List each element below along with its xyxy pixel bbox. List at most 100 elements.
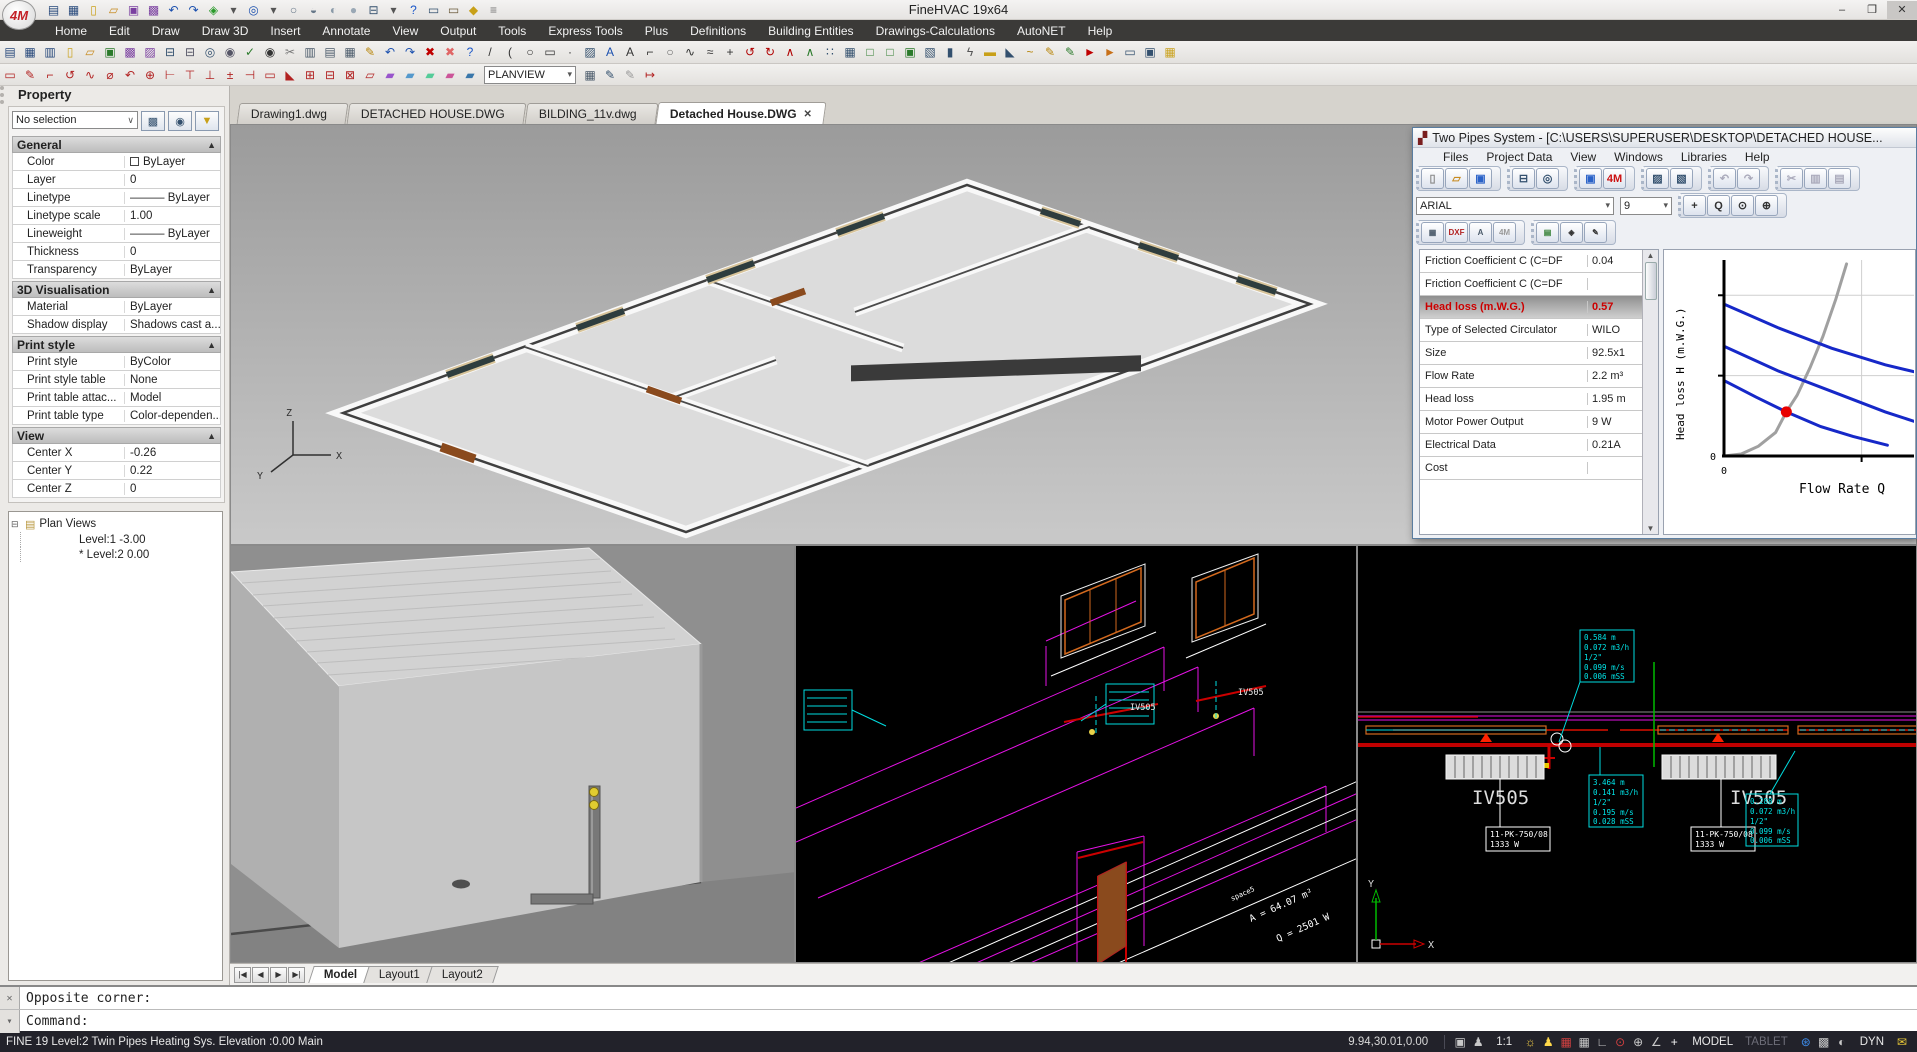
paper-space-icon[interactable]: ▣ xyxy=(1451,1035,1469,1049)
4m-cube-icon[interactable]: ◆ xyxy=(464,1,483,18)
close-icon[interactable]: ✕ xyxy=(0,987,20,1009)
hatch-grid-icon[interactable]: ▦ xyxy=(580,66,600,84)
edit-pencil-icon[interactable]: ✎ xyxy=(600,66,620,84)
options-icon[interactable]: ▦ xyxy=(1160,43,1180,61)
array-icon[interactable]: ∷ xyxy=(820,43,840,61)
4m-cad-icon[interactable]: 4M xyxy=(1493,222,1516,243)
find-icon[interactable]: ◉ xyxy=(260,43,280,61)
dim-center-icon[interactable]: ⊕ xyxy=(140,66,160,84)
extrude-icon[interactable]: ▧ xyxy=(920,43,940,61)
ortho-icon[interactable]: ∟ xyxy=(1593,1035,1611,1049)
dialog-menu-item[interactable]: Libraries xyxy=(1673,150,1735,164)
font-size-selector[interactable]: 9 ▾ xyxy=(1620,197,1672,215)
save-icon[interactable]: ▣ xyxy=(1469,168,1492,189)
slope-icon[interactable]: ◣ xyxy=(1000,43,1020,61)
open-icon[interactable]: ▱ xyxy=(80,43,100,61)
collapse-caret-icon[interactable]: ▲ xyxy=(207,431,216,441)
table-scrollbar[interactable]: ▲ ▼ xyxy=(1642,250,1658,534)
table-row[interactable]: Type of Selected Circulator WILO xyxy=(1420,319,1642,342)
move-icon[interactable]: + xyxy=(720,43,740,61)
viewport-3d-elevation[interactable] xyxy=(230,545,795,963)
table-row[interactable]: Friction Coefficient C (C=DF xyxy=(1420,273,1642,296)
dyn-toggle[interactable]: DYN xyxy=(1857,1036,1887,1048)
dim-box-icon[interactable]: ▭ xyxy=(260,66,280,84)
menu-item[interactable]: Output xyxy=(429,22,487,40)
menu-item[interactable]: View xyxy=(381,22,429,40)
menu-item[interactable]: Tools xyxy=(487,22,537,40)
text-style-icon[interactable]: A xyxy=(1469,222,1492,243)
text-edit-icon[interactable]: ✎ xyxy=(1584,222,1607,243)
table-row[interactable]: Head loss (m.W.G.) 0.57 xyxy=(1420,296,1642,319)
annotation-scale-icon[interactable]: ♟ xyxy=(1469,1035,1487,1049)
zoom-extents-icon[interactable]: ⊕ xyxy=(1755,195,1778,216)
expand-icon[interactable]: ▾ xyxy=(0,1010,20,1033)
lightning-icon[interactable]: ϟ xyxy=(960,43,980,61)
property-row[interactable]: Transparency ByLayer xyxy=(12,261,221,279)
help-icon[interactable]: ? xyxy=(460,43,480,61)
compass-icon[interactable]: ◈ xyxy=(1560,222,1583,243)
undo-icon[interactable]: ↶ xyxy=(380,43,400,61)
polyline-icon[interactable]: ⌐ xyxy=(640,43,660,61)
publish-icon[interactable]: ◉ xyxy=(220,43,240,61)
dialog-menu-item[interactable]: View xyxy=(1562,150,1604,164)
rectangle-icon[interactable]: ▭ xyxy=(540,43,560,61)
property-row[interactable]: Layer 0 xyxy=(12,171,221,189)
bld-new-icon[interactable]: ▤ xyxy=(44,1,63,18)
two-pipes-system-dialog[interactable]: ▞ Two Pipes System - [C:\USERS\SUPERUSER… xyxy=(1412,127,1917,539)
menu-item[interactable]: Express Tools xyxy=(537,22,633,40)
copy-icon[interactable]: ▥ xyxy=(1804,168,1827,189)
property-row[interactable]: Material ByLayer xyxy=(12,298,221,316)
layout-nav-button[interactable]: ▶| xyxy=(288,967,305,983)
paste-special-icon[interactable]: ▦ xyxy=(340,43,360,61)
hidden-sphere-icon[interactable]: ◒ xyxy=(304,1,323,18)
tree-item[interactable]: Level:1 -3.00 xyxy=(20,532,220,547)
viewport-icon[interactable]: ▣ xyxy=(1140,43,1160,61)
menu-item[interactable]: Draw 3D xyxy=(191,22,260,40)
cut-icon[interactable]: ✂ xyxy=(1780,168,1803,189)
property-row[interactable]: Lineweight ——— ByLayer xyxy=(12,225,221,243)
property-row[interactable]: Center X -0.26 xyxy=(12,444,221,462)
dxf-icon[interactable]: DXF xyxy=(1445,222,1468,243)
redo-icon[interactable]: ↷ xyxy=(1737,168,1760,189)
section-header[interactable]: Print style ▲ xyxy=(12,336,221,353)
grid-display-icon[interactable]: ▦ xyxy=(1575,1035,1593,1049)
table-row[interactable]: Friction Coefficient C (C=DF 0.04 xyxy=(1420,250,1642,273)
bld-folder-icon[interactable]: ▦ xyxy=(20,43,40,61)
dim-continue-icon[interactable]: ⊣ xyxy=(240,66,260,84)
dim-grid-icon[interactable]: ⊞ xyxy=(300,66,320,84)
dialog-title-bar[interactable]: ▞ Two Pipes System - [C:\USERS\SUPERUSER… xyxy=(1413,128,1916,148)
viewport-axonometric[interactable]: IV505 IV505 space5 A = 64.07 m² Q = 2501… xyxy=(795,545,1357,963)
spring-icon[interactable]: ≈ xyxy=(700,43,720,61)
paste-icon[interactable]: ▤ xyxy=(1828,168,1851,189)
box-icon[interactable]: □ xyxy=(860,43,880,61)
menu-item[interactable]: Home xyxy=(44,22,98,40)
menu-item[interactable]: Edit xyxy=(98,22,141,40)
mtext-icon[interactable]: A xyxy=(620,43,640,61)
new-file-icon[interactable]: ▯ xyxy=(84,1,103,18)
command-input[interactable]: Command: xyxy=(20,1014,89,1029)
menu-item[interactable]: AutoNET xyxy=(1006,22,1077,40)
table-row[interactable]: Electrical Data 0.21A xyxy=(1420,434,1642,457)
selection-dropdown[interactable]: No selection ∨ xyxy=(12,111,138,129)
print-batch-icon[interactable]: ⊟ xyxy=(180,43,200,61)
point-icon[interactable]: · xyxy=(560,43,580,61)
annotation-scale[interactable]: 1:1 xyxy=(1493,1036,1515,1048)
collapse-caret-icon[interactable]: ▲ xyxy=(207,340,216,350)
clean-screen-icon[interactable]: ◐ xyxy=(1833,1035,1851,1049)
mirror-icon[interactable]: ∧ xyxy=(780,43,800,61)
layer-tool5-icon[interactable]: ▰ xyxy=(460,66,480,84)
hatch-icon[interactable]: ▨ xyxy=(580,43,600,61)
dim-wedge-icon[interactable]: ◣ xyxy=(280,66,300,84)
dialog-menu-item[interactable]: Project Data xyxy=(1478,150,1560,164)
property-row[interactable]: Print table attac... Model xyxy=(12,389,221,407)
collapse-caret-icon[interactable]: ▲ xyxy=(207,285,216,295)
save-icon[interactable]: ▣ xyxy=(100,43,120,61)
table-row[interactable]: Head loss 1.95 m xyxy=(1420,388,1642,411)
edit-note-icon[interactable]: ▧ xyxy=(1670,168,1693,189)
layout-nav-button[interactable]: ◀ xyxy=(252,967,269,983)
layout-tab[interactable]: Layout2 xyxy=(426,966,498,983)
print-icon[interactable]: ⊟ xyxy=(1512,168,1535,189)
property-row[interactable]: Linetype scale 1.00 xyxy=(12,207,221,225)
toolbar-options-icon[interactable]: ≡ xyxy=(484,1,503,18)
dialog-menu-item[interactable]: Help xyxy=(1737,150,1778,164)
